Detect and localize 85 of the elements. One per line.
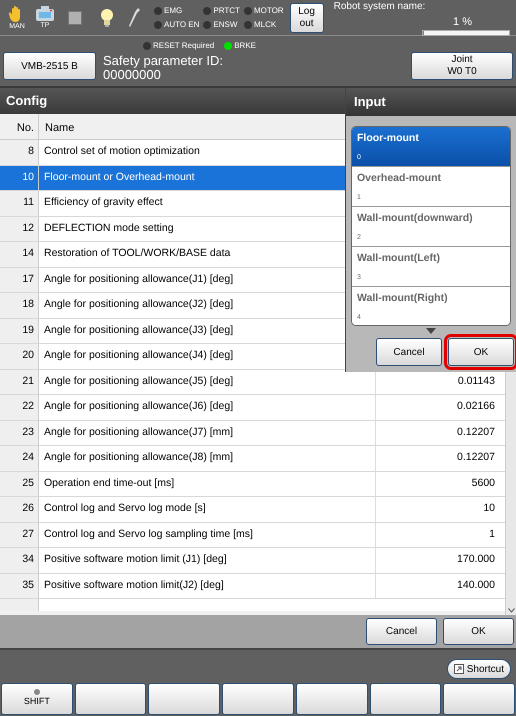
stop-square-icon[interactable] (68, 10, 82, 24)
column-header: Name (44, 121, 74, 136)
row-number: 24 (0, 446, 39, 470)
scroll-down-icon[interactable] (508, 608, 514, 613)
safety-parameter-id: 00000000 (103, 68, 161, 82)
option-label: Wall-mount(Left) (357, 251, 442, 266)
table-row[interactable]: 22 Angle for positioning allowance(J6) [deg] 0.02166 (0, 395, 505, 420)
cancel-button[interactable]: Cancel (376, 338, 442, 366)
table-row[interactable]: 27 Control log and Servo log sampling time [ms] 1 (0, 522, 505, 548)
joint-button[interactable]: Joint W0 T0 (411, 52, 513, 80)
row-number: 25 (0, 472, 39, 496)
table-row[interactable]: 26 Control log and Servo log mode [s] 10 (0, 497, 505, 522)
table-row[interactable]: 34 Positive software motion limit (J1) [deg] 170.000 (0, 548, 505, 574)
table-row[interactable]: 25 Operation end time-out [ms] 5600 (0, 472, 505, 497)
row-number: 10 (0, 166, 39, 190)
table-row[interactable]: 23 Angle for positioning allowance(J7) [mm] 0.12207 (0, 420, 505, 446)
parameter-name: Operation end time-out [ms] (39, 472, 376, 496)
column-header: No. (0, 114, 39, 139)
external-link-icon (454, 664, 464, 674)
row-number: 22 (0, 395, 39, 420)
function-key[interactable] (74, 683, 146, 715)
function-key[interactable] (370, 683, 442, 715)
row-number: 18 (0, 293, 39, 318)
function-key[interactable] (443, 683, 516, 715)
logout-button[interactable]: Log out (290, 2, 324, 32)
ok-button[interactable]: OK (443, 618, 514, 645)
parameter-name: Positive software motion limit (J1) [deg] (39, 548, 376, 572)
row-number: 23 (0, 420, 39, 445)
more-down-icon (426, 328, 436, 334)
progress-reading: 1 % (453, 14, 472, 30)
option-label: Overhead-mount (357, 171, 442, 186)
parameter-name: Angle for positioning allowance(J7) [mm] (39, 420, 376, 445)
parameter-name: Control log and Servo log sampling time [ms] (39, 522, 376, 547)
cancel-button[interactable]: Cancel (366, 618, 437, 645)
row-number: 8 (0, 140, 39, 164)
row-number: 11 (0, 191, 39, 216)
row-number: 34 (0, 548, 39, 572)
option-label: Wall-mount(Right) (357, 291, 449, 306)
parameter-name: Positive software motion limit(J2) [deg] (39, 574, 376, 598)
parameter-name: Angle for positioning allowance(J8) [mm] (39, 446, 376, 470)
safety-parameter-label: Safety parameter ID: (103, 54, 224, 68)
parameter-value: 170.000 (456, 552, 496, 568)
indicator-label: AUTO EN (164, 18, 200, 30)
function-key[interactable] (296, 683, 368, 715)
parameter-value: 0.01143 (456, 374, 496, 389)
parameter-value: 0.12207 (456, 450, 496, 466)
indicator-label: MOTOR (254, 4, 284, 16)
key-led-icon (34, 689, 40, 696)
row-number: 12 (0, 216, 39, 241)
parameter-value: 1 (488, 526, 496, 542)
dialog-title: Input (354, 93, 386, 112)
parameter-value: 0.12207 (456, 424, 496, 440)
indicator-label: PRTCT (213, 4, 240, 16)
indicator-label: BRKE (234, 40, 256, 52)
parameter-value: 5600 (470, 476, 496, 491)
function-key[interactable] (148, 683, 220, 715)
parameter-value: 0.02166 (456, 399, 496, 414)
robot-system-label: Robot system name: (334, 0, 426, 14)
row-number: 20 (0, 344, 39, 368)
indicator-label: EMG (164, 4, 182, 16)
row-number: 21 (0, 370, 39, 394)
model-button[interactable]: VMB-2515 B (3, 52, 96, 80)
row-number: 17 (0, 268, 39, 292)
row-number: 14 (0, 242, 39, 266)
pendant-icon[interactable] (35, 6, 55, 22)
table-row[interactable]: 35 Positive software motion limit(J2) [deg] 140.000 (0, 574, 505, 599)
row-number: 19 (0, 318, 39, 343)
indicator-label: RESET Required (153, 40, 214, 52)
parameter-name: Control log and Servo log mode [s] (39, 497, 376, 522)
parameter-value: 140.000 (456, 578, 496, 593)
indicator-label: MLCK (254, 18, 276, 30)
wrench-icon[interactable] (128, 6, 142, 28)
parameter-name: Angle for positioning allowance(J6) [deg] (39, 395, 376, 420)
light-bulb-icon[interactable] (100, 8, 114, 28)
config-title: Config (6, 92, 48, 110)
function-key[interactable]: SHIFT (1, 683, 73, 715)
row-number: 35 (0, 574, 39, 598)
shortcut-button[interactable]: Shortcut (446, 659, 511, 679)
parameter-value: 10 (482, 501, 496, 516)
function-key[interactable] (222, 683, 294, 715)
table-row[interactable]: 21 Angle for positioning allowance(J5) [deg] 0.01143 (0, 370, 505, 395)
row-number: 27 (0, 522, 39, 547)
indicator-label: ENSW (213, 18, 238, 30)
row-number: 26 (0, 497, 39, 522)
table-row[interactable]: 24 Angle for positioning allowance(J8) [mm] 0.12207 (0, 446, 505, 472)
